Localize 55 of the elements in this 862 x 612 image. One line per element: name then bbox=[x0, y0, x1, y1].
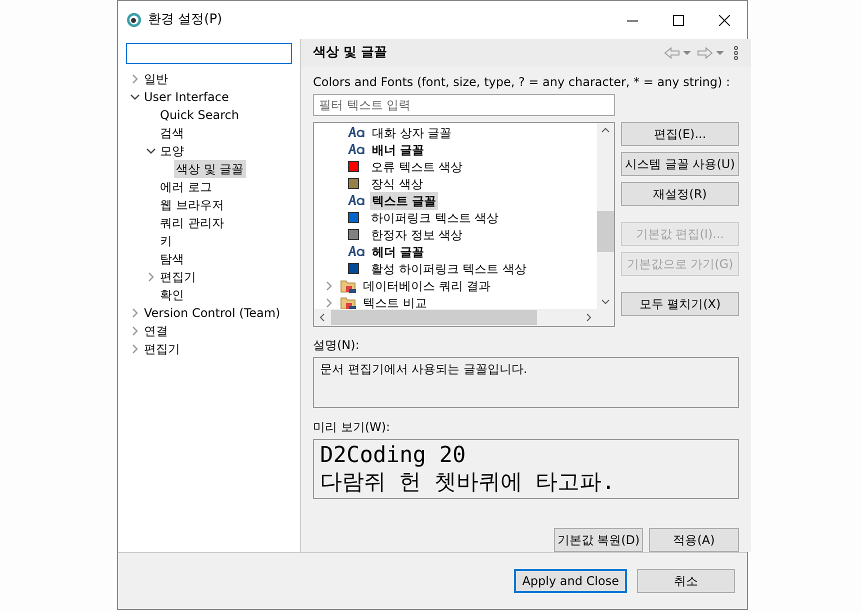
scrollbar-thumb[interactable] bbox=[331, 310, 537, 325]
app-icon bbox=[126, 12, 142, 28]
forward-icon[interactable] bbox=[697, 47, 713, 59]
apply-button[interactable]: 적용(A) bbox=[649, 528, 739, 552]
tree-item[interactable]: 색상 및 글꼴 bbox=[174, 160, 246, 178]
menu-icon[interactable] bbox=[733, 46, 739, 60]
caret-icon[interactable] bbox=[683, 50, 691, 56]
restore-defaults-button[interactable]: 기본값 복원(D) bbox=[554, 528, 643, 552]
page-title: 색상 및 글꼴 bbox=[313, 44, 388, 62]
caret-icon[interactable] bbox=[716, 50, 724, 56]
tree-item[interactable]: 확인 bbox=[158, 286, 186, 304]
list-item[interactable]: 데이터베이스 쿼리 결과 bbox=[361, 276, 493, 294]
list-item[interactable]: 헤더 글꼴 bbox=[370, 242, 426, 260]
preview-text: 다람쥐 헌 쳇바퀴에 타고파. bbox=[320, 469, 616, 496]
list-item[interactable]: 장식 색상 bbox=[369, 174, 425, 192]
action-button[interactable]: 편집(E)... bbox=[621, 122, 739, 146]
tree-item[interactable]: 연결 bbox=[142, 322, 170, 340]
description-label: 설명(N): bbox=[313, 337, 360, 354]
action-button[interactable]: 시스템 글꼴 사용(U) bbox=[621, 152, 739, 176]
apply-close-button[interactable]: Apply and Close bbox=[514, 569, 627, 593]
list-item[interactable]: 배너 글꼴 bbox=[370, 140, 426, 158]
list-item[interactable]: 한정자 정보 색상 bbox=[369, 226, 465, 244]
tree-item[interactable]: 탐색 bbox=[158, 250, 186, 268]
scrollbar-thumb[interactable] bbox=[597, 211, 614, 252]
list-item[interactable]: 오류 텍스트 색상 bbox=[369, 158, 465, 176]
tree-item[interactable]: 모양 bbox=[158, 142, 186, 160]
tree-item[interactable]: Version Control (Team) bbox=[142, 304, 282, 322]
tree-item[interactable]: 편집기 bbox=[142, 340, 182, 358]
tree-item[interactable]: User Interface bbox=[142, 88, 231, 106]
maximize-icon[interactable] bbox=[672, 14, 684, 26]
filter-field[interactable]: 필터 텍스트 입력 bbox=[313, 94, 615, 116]
tree-item[interactable]: Quick Search bbox=[158, 106, 241, 124]
filter-label: Colors and Fonts (font, size, type, ? = any character, * = any string) : bbox=[313, 74, 732, 91]
description-text: 문서 편집기에서 사용되는 글꼴입니다. bbox=[313, 357, 739, 408]
action-button[interactable]: 모두 펼치기(X) bbox=[621, 292, 739, 316]
tree-item[interactable]: 에러 로그 bbox=[158, 178, 214, 196]
preview-text: D2Coding 20 bbox=[320, 442, 467, 469]
tree-item[interactable]: 키 bbox=[158, 232, 174, 250]
cancel-button[interactable]: 취소 bbox=[637, 569, 735, 593]
list-item[interactable]: 텍스트 비교 bbox=[361, 294, 429, 312]
list-item[interactable]: 대화 상자 글꼴 bbox=[370, 124, 454, 142]
filter-field[interactable] bbox=[126, 43, 292, 64]
tree-item[interactable]: 쿼리 관리자 bbox=[158, 214, 226, 232]
preview-label: 미리 보기(W): bbox=[313, 419, 392, 436]
tree-item[interactable]: 편집기 bbox=[158, 268, 198, 286]
list-item[interactable]: 활성 하이퍼링크 텍스트 색상 bbox=[369, 260, 528, 278]
back-icon[interactable] bbox=[664, 47, 680, 59]
list-item[interactable]: 하이퍼링크 텍스트 색상 bbox=[369, 208, 501, 226]
action-button[interactable]: 재설정(R) bbox=[621, 182, 739, 206]
tree-item[interactable]: 검색 bbox=[158, 124, 186, 142]
window-title: 환경 설정(P) bbox=[148, 11, 222, 30]
list-item[interactable]: 텍스트 글꼴 bbox=[370, 192, 438, 210]
close-icon[interactable] bbox=[718, 14, 730, 26]
tree-item[interactable]: 웹 브라우저 bbox=[158, 196, 226, 214]
tree-item[interactable]: 일반 bbox=[142, 70, 170, 88]
